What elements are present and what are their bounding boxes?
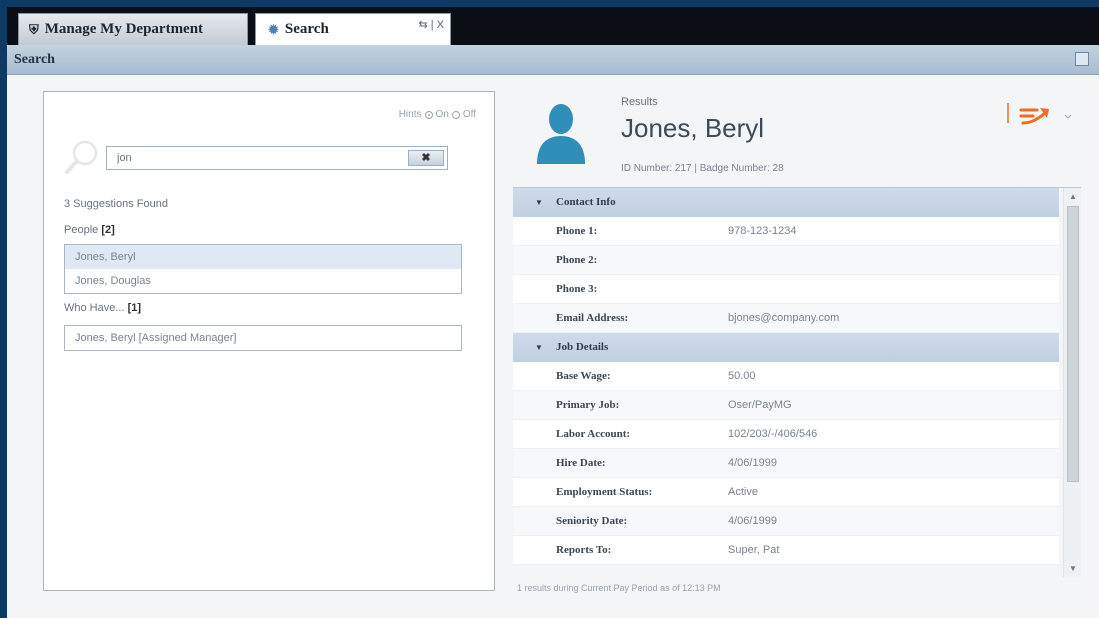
collapse-triangle-icon[interactable]: ▼ [535,333,543,362]
scroll-up-icon[interactable]: ▲ [1064,190,1081,204]
who-have-list: Jones, Beryl [Assigned Manager] [64,325,462,351]
field-label: Labor Account: [556,428,631,440]
field-value: 978-123-1234 [728,225,797,237]
details-scrollbar[interactable]: ▲ ▼ [1063,188,1081,577]
field-value: Oser/PayMG [728,399,792,411]
field-value: Active [728,486,758,498]
field-label: Employment Status: [556,486,653,498]
table-row: Phone 3: [513,275,1059,304]
field-label: Seniority Date: [556,515,628,527]
hints-on-radio[interactable] [424,110,433,119]
who-have-group-title: Who Have... [1] [64,302,141,314]
people-group-title: People [2] [64,224,115,236]
panel-title: Search [14,52,55,67]
tab-manage-my-department[interactable]: ⛨ Manage My Department [18,13,248,45]
magnifier-icon [65,140,98,174]
hints-on-label: On [435,109,449,120]
table-row: Hire Date: 4/06/1999 [513,449,1059,478]
people-list: Jones, Beryl Jones, Douglas [64,244,462,294]
table-row: Phone 1: 978-123-1234 [513,217,1059,246]
person-name: Jones, Beryl [621,113,765,143]
section-title: Contact Info [556,196,616,208]
section-title: Job Details [556,341,609,353]
table-row: Employment Status: Active [513,478,1059,507]
tab-strip: ⛨ Manage My Department ✹ Search ⇆ | X [7,7,1099,45]
table-row: Email Address: bjones@company.com [513,304,1059,333]
home-icon: ⛨ [29,21,39,37]
section-header-contact-info[interactable]: ▼ Contact Info [513,188,1059,217]
maximize-icon[interactable] [1075,52,1089,66]
scrollbar-thumb[interactable] [1067,206,1079,482]
field-value: 102/203/-/406/546 [728,428,818,440]
tab-label: Manage My Department [44,21,204,37]
who-have-title: Who Have... [64,302,125,314]
field-label: Hire Date: [556,457,606,469]
collapse-triangle-icon[interactable]: ▼ [535,188,543,217]
section-header-job-details[interactable]: ▼ Job Details [513,333,1059,362]
list-item[interactable]: Jones, Beryl [65,245,461,269]
field-label: Phone 1: [556,225,598,237]
tab-search[interactable]: ✹ Search ⇆ | X [255,13,451,45]
table-row: Primary Job: Oser/PayMG [513,391,1059,420]
search-field: ✖ [106,146,448,170]
table-row: Phone 2: [513,246,1059,275]
people-title: People [64,224,99,236]
field-value: Super, Pat [728,544,780,556]
table-row: Seniority Date: 4/06/1999 [513,507,1059,536]
field-label: Reports To: [556,544,612,556]
search-panel: Hints On Off ✖ 3 Suggestions Found Peopl… [43,91,495,591]
hints-toggle: Hints On Off [399,109,476,120]
who-have-count: [1] [127,302,142,314]
field-value: bjones@company.com [728,312,840,324]
contact-info-rows: Phone 1: 978-123-1234 Phone 2: Phone 3: … [513,217,1059,333]
tab-label: Search [284,21,329,37]
hints-off-radio[interactable] [451,110,460,119]
scroll-down-icon[interactable]: ▼ [1064,562,1081,576]
export-icon[interactable] [1007,101,1077,127]
table-row: Labor Account: 102/203/-/406/546 [513,420,1059,449]
details-table: ▼ Contact Info Phone 1: 978-123-1234 Pho… [513,187,1081,577]
list-item[interactable]: Jones, Beryl [Assigned Manager] [65,326,461,350]
table-row: Base Wage: 50.00 [513,362,1059,391]
table-row: Reports To: Super, Pat [513,536,1059,565]
results-status: 1 results during Current Pay Period as o… [517,583,721,593]
job-details-rows: Base Wage: 50.00 Primary Job: Oser/PayMG… [513,362,1059,565]
hints-off-label: Off [462,109,476,120]
hints-label: Hints [398,109,422,120]
people-count: [2] [101,224,115,236]
field-value: 4/06/1999 [728,515,777,527]
clear-search-button[interactable]: ✖ [408,150,444,166]
results-label: Results [621,96,658,108]
field-value: 50.00 [728,370,756,382]
suggestions-count: 3 Suggestions Found [64,198,168,210]
tab-close-controls[interactable]: ⇆ | X [418,18,444,31]
search-tab-icon: ✹ [268,21,279,37]
field-value: 4/06/1999 [728,457,777,469]
field-label: Primary Job: [556,399,620,411]
field-label: Email Address: [556,312,629,324]
search-input[interactable] [117,150,397,166]
field-label: Phone 3: [556,283,598,295]
panel-title-bar: Search [7,45,1099,75]
field-label: Base Wage: [556,370,611,382]
field-label: Phone 2: [556,254,598,266]
list-item[interactable]: Jones, Douglas [65,269,461,293]
details-rows: ▼ Contact Info Phone 1: 978-123-1234 Pho… [513,188,1059,577]
app-window: ⛨ Manage My Department ✹ Search ⇆ | X Se… [7,7,1099,618]
person-ids: ID Number: 217 | Badge Number: 28 [621,163,784,174]
person-avatar-icon [537,104,585,164]
